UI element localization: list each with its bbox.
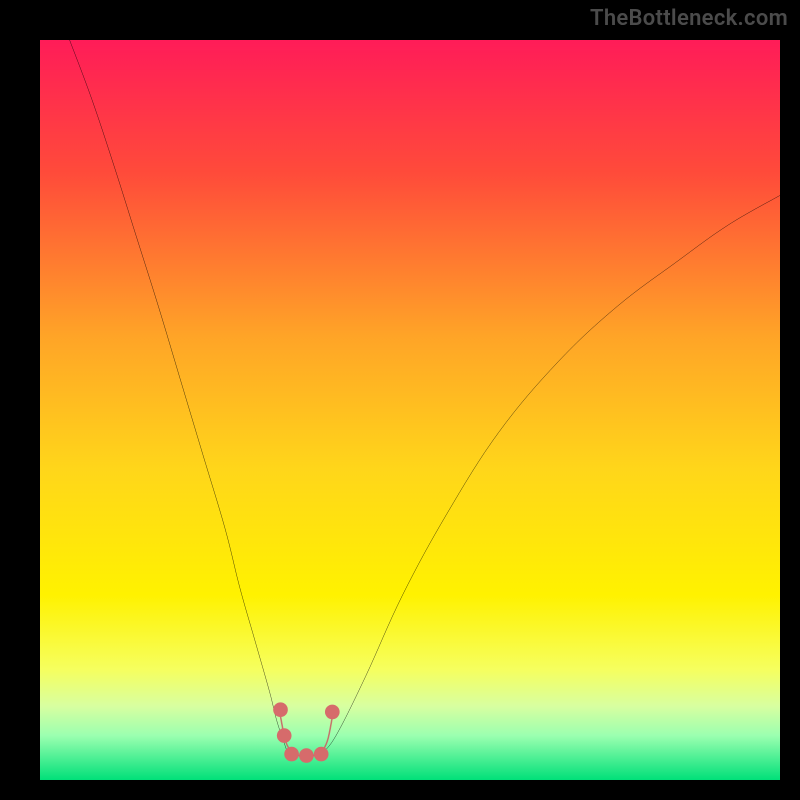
curve-left	[70, 40, 288, 754]
plot-area	[40, 40, 780, 780]
marker-bottom-2	[299, 748, 314, 763]
marker-bottom-3	[314, 747, 329, 762]
marker-bottom-1	[284, 747, 299, 762]
curve-right	[321, 195, 780, 754]
chart-frame: TheBottleneck.com	[0, 0, 800, 800]
marker-left-upper	[273, 702, 288, 717]
marker-right-upper	[325, 705, 340, 720]
attribution-text: TheBottleneck.com	[590, 6, 788, 31]
marker-left-lower	[277, 728, 292, 743]
curve-overlay	[40, 40, 780, 780]
